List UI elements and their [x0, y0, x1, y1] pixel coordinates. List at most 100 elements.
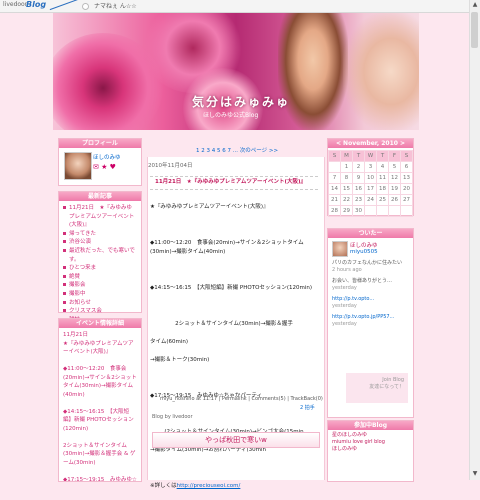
calendar-day[interactable]: 22: [340, 194, 353, 206]
post-external-link[interactable]: http://preciouseoi.com/: [177, 483, 241, 489]
post-footer-meta[interactable]: miyu_hoshino at 11:17 | Permalink | Comm…: [160, 396, 323, 402]
calendar-day-header: S: [400, 150, 413, 162]
calendar-day[interactable]: 12: [388, 172, 401, 184]
tweet-time[interactable]: yesterday: [332, 285, 409, 292]
calendar-box: < November, 2010 > S M T W T F S 1 2 3 4…: [327, 138, 414, 217]
scrollbar-thumb[interactable]: [471, 12, 478, 48]
recent-entry-link[interactable]: お知らせ: [63, 299, 137, 308]
other-blog-link[interactable]: miumiu love girl blog: [332, 439, 409, 446]
tweet-time[interactable]: yesterday: [332, 321, 409, 328]
calendar-day[interactable]: 30: [352, 205, 365, 217]
calendar-day-header: W: [364, 150, 377, 162]
event-info-heading: イベント情報詳細: [59, 319, 141, 328]
calendar-day[interactable]: 5: [388, 161, 401, 173]
calendar-day[interactable]: 13: [400, 172, 413, 184]
calendar-day[interactable]: 24: [364, 194, 377, 206]
calendar-day[interactable]: 14: [328, 183, 341, 195]
calendar-day[interactable]: 7: [328, 172, 341, 184]
calendar-day[interactable]: 23: [352, 194, 365, 206]
calendar-day[interactable]: 21: [328, 194, 341, 206]
tweet-link[interactable]: http://p.tv.opto...: [332, 296, 409, 303]
site-name[interactable]: ナマねぇ ん☆☆: [94, 1, 137, 10]
blog-header-banner[interactable]: 気分はみゅみゅ ほしのみゆ公式Blog: [53, 13, 419, 130]
twitter-handle[interactable]: miyu0505: [350, 249, 378, 255]
blog-title[interactable]: 気分はみゅみゅ: [192, 93, 290, 110]
calendar-day-header: F: [388, 150, 401, 162]
calendar-day[interactable]: 11: [376, 172, 389, 184]
recent-entry-link[interactable]: ひとつ来ま: [63, 264, 137, 273]
calendar-day[interactable]: 1: [340, 161, 353, 173]
twitter-box: ついたー ほしのみゆ miyu0505 パリのカフェなんかに住みたい 2 hou…: [327, 228, 414, 418]
calendar-day: [364, 205, 377, 217]
recent-entry-link[interactable]: 11月21日 ★『みゆみゆプレミアムツアーイベント(大阪)』: [63, 204, 137, 230]
calendar-day[interactable]: 18: [376, 183, 389, 195]
tweet-text: お会い、皆様ありがとう…: [332, 278, 393, 284]
event-info-box: イベント情報詳細 11月21日 ★『みゆみゆプレミアムツアーイベント(大阪)』 …: [58, 318, 142, 482]
recent-entry-link[interactable]: 撮影中: [63, 290, 137, 299]
calendar-day-header: M: [340, 150, 353, 162]
calendar-day: [388, 205, 401, 217]
recent-entry-link[interactable]: 絶賛: [63, 273, 137, 282]
scroll-up-icon[interactable]: ▲: [471, 1, 479, 9]
recent-entries-heading: 最新記事: [59, 192, 141, 201]
calendar-day[interactable]: 9: [352, 172, 365, 184]
calendar-day[interactable]: 28: [328, 205, 341, 217]
recent-entry-link[interactable]: 渋谷公演: [63, 238, 137, 247]
page-scrollbar[interactable]: ▲ ▼: [469, 0, 480, 480]
calendar-day[interactable]: 17: [364, 183, 377, 195]
profile-name-link[interactable]: ほしのみゆ: [93, 153, 121, 161]
tweet-time[interactable]: yesterday: [332, 303, 409, 310]
twitter-name[interactable]: ほしのみゆ: [350, 241, 378, 249]
twitter-heading: ついたー: [328, 229, 413, 238]
calendar-day[interactable]: 6: [400, 161, 413, 173]
blog-logo[interactable]: Blog: [26, 0, 46, 9]
calendar-day: [376, 205, 389, 217]
calendar-day[interactable]: 25: [376, 194, 389, 206]
calendar-day[interactable]: 20: [400, 183, 413, 195]
clap-count[interactable]: 2 拍手: [300, 404, 315, 411]
pagination[interactable]: 1 2 3 4 5 6 7 ... 次のページ >>: [196, 146, 278, 154]
profile-icons[interactable]: ✉ ★ ♥: [93, 163, 116, 171]
next-post-title[interactable]: やっぱ秋田で寒いw: [152, 432, 320, 448]
byline: Blog by livedoor: [152, 414, 193, 420]
recent-entry-link[interactable]: 帰ってきた: [63, 230, 137, 239]
twitter-mini-widget[interactable]: Join Blog 友達になって！: [346, 373, 408, 403]
calendar-day[interactable]: 8: [340, 172, 353, 184]
calendar-day[interactable]: 27: [400, 194, 413, 206]
calendar-day[interactable]: 19: [388, 183, 401, 195]
blog-post: 11月21日 ★『みゆみゆプレミアムツアーイベント(大阪)』 ★『みゆみゆプレミ…: [150, 176, 318, 500]
other-blogs-box: 参加中Blog 星のほしのみゆ miumiu love girl blog ほし…: [327, 420, 414, 482]
calendar-day[interactable]: 26: [388, 194, 401, 206]
circle-icon[interactable]: [82, 3, 89, 10]
other-blog-link[interactable]: 星のほしのみゆ: [332, 432, 409, 439]
twitter-avatar[interactable]: [332, 241, 348, 257]
recent-entry-link[interactable]: 撮影会: [63, 281, 137, 290]
tweet-text: パリのカフェなんかに住みたい: [332, 260, 403, 266]
calendar-day-header: T: [352, 150, 365, 162]
calendar-day[interactable]: 15: [340, 183, 353, 195]
livedoor-brand[interactable]: livedoor: [3, 1, 27, 8]
calendar-day-header: T: [376, 150, 389, 162]
calendar-day[interactable]: 10: [364, 172, 377, 184]
calendar-day: [400, 205, 413, 217]
post-title-link[interactable]: 11月21日 ★『みゆみゆプレミアムツアーイベント(大阪)』: [150, 179, 306, 185]
recent-entry-link[interactable]: 最近秋だった、でも寒いです。: [63, 247, 137, 264]
calendar-day[interactable]: 16: [352, 183, 365, 195]
calendar-day[interactable]: 29: [340, 205, 353, 217]
post-line: ◆11:00〜12:20 食事会(20min)→サイン＆2ショットタイム(30m…: [150, 240, 304, 255]
scroll-down-icon[interactable]: ▼: [471, 470, 479, 478]
tweet-time[interactable]: 2 hours ago: [332, 267, 409, 274]
calendar-day[interactable]: 2: [352, 161, 365, 173]
other-blogs-heading: 参加中Blog: [328, 421, 413, 430]
avatar[interactable]: [64, 152, 92, 180]
tweet-link[interactable]: http://p.tv.opto.jp/PP57...: [332, 314, 409, 321]
tweet-list: パリのカフェなんかに住みたい 2 hours ago お会い、皆様ありがとう… …: [328, 258, 413, 330]
recent-entry-link[interactable]: クリスマス会: [63, 307, 137, 316]
calendar-day[interactable]: 4: [376, 161, 389, 173]
recent-entries-list: 11月21日 ★『みゆみゆプレミアムツアーイベント(大阪)』 帰ってきた 渋谷公…: [59, 201, 141, 324]
calendar-day[interactable]: 3: [364, 161, 377, 173]
model-photo-faded: [343, 13, 419, 130]
post-line: 2ショット＆サインタイム(30min)→撮影＆握手: [175, 321, 293, 327]
calendar-heading[interactable]: < November, 2010 >: [328, 139, 413, 148]
other-blog-link[interactable]: ほしのみゆ: [332, 446, 409, 453]
